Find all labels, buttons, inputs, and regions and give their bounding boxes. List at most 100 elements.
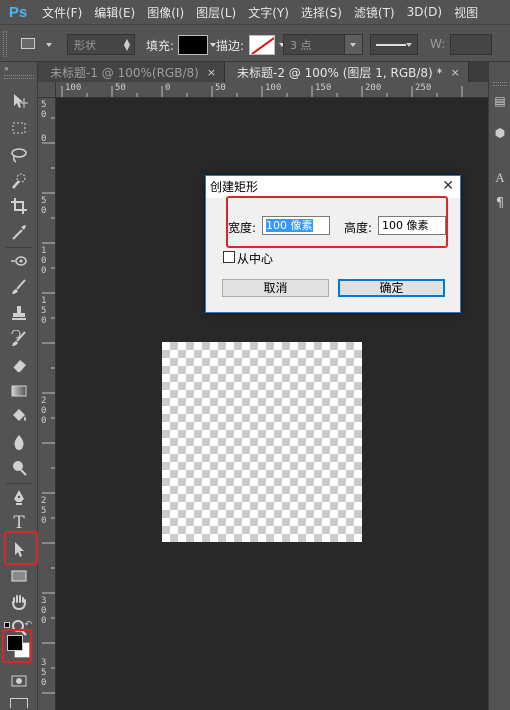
close-icon[interactable]: × — [451, 66, 460, 79]
stroke-width-value: 3 点 — [290, 38, 312, 52]
rectangle-preset-icon — [21, 38, 35, 49]
menu-file[interactable]: 文件(F) — [36, 4, 88, 21]
chevron-down-icon — [350, 42, 356, 47]
toolbox-separator — [6, 483, 32, 484]
fill-label: 填充: — [146, 39, 175, 53]
solid-line-icon — [376, 44, 406, 46]
from-center-checkbox[interactable] — [223, 251, 235, 263]
quick-mask-icon[interactable] — [8, 670, 30, 692]
blur-tool-icon[interactable] — [8, 431, 30, 453]
document-tab-bar: 未标题-1 @ 100%(RGB/8) × 未标题-2 @ 100% (图层 1… — [38, 62, 488, 82]
no-color-slash-icon — [251, 37, 274, 54]
stroke-swatch[interactable] — [249, 35, 275, 55]
ruler-label: 150 — [315, 83, 332, 93]
brush-tool-icon[interactable] — [8, 276, 30, 298]
tab-document-2[interactable]: 未标题-2 @ 100% (图层 1, RGB/8) * × — [225, 62, 469, 82]
ruler-label: 200 — [365, 83, 382, 93]
grip-handle[interactable] — [3, 31, 7, 57]
tool-mode-value: 形状 — [74, 38, 96, 52]
stroke-label: 描边: — [216, 39, 245, 53]
ruler-label: 250 — [415, 83, 432, 93]
ruler-label: 50 — [215, 83, 226, 93]
tab-document-1[interactable]: 未标题-1 @ 100%(RGB/8) × — [38, 62, 226, 82]
dodge-tool-icon[interactable] — [8, 457, 30, 479]
ruler-label: 2 0 0 — [41, 396, 47, 426]
reset-colors-icon[interactable] — [4, 622, 10, 628]
stroke-type-select[interactable] — [370, 34, 418, 55]
tab-document-1-label: 未标题-1 @ 100%(RGB/8) — [50, 65, 199, 80]
ruler-label: 1 0 0 — [41, 246, 47, 276]
menu-image[interactable]: 图像(I) — [141, 4, 190, 21]
ruler-label: 0 — [165, 83, 171, 93]
eyedropper-tool-icon[interactable] — [8, 221, 30, 243]
healing-brush-tool-icon[interactable] — [8, 250, 30, 272]
menu-filter[interactable]: 滤镜(T) — [348, 4, 401, 21]
tool-mode-select[interactable]: 形状 ▲ ▼ — [67, 34, 135, 55]
3d-panel-icon[interactable]: ⬢ — [492, 126, 508, 142]
vertical-ruler[interactable]: 5 0 0 5 0 1 0 0 1 5 0 2 0 0 2 5 0 3 0 0 … — [38, 98, 56, 710]
ok-button[interactable]: 确定 — [338, 279, 445, 297]
horizontal-ruler[interactable]: 100 50 0 50 100 150 200 250 — [56, 82, 488, 98]
toolbox-separator — [6, 247, 32, 248]
from-center-label: 从中心 — [237, 252, 274, 266]
document-canvas[interactable] — [162, 342, 362, 542]
menu-edit[interactable]: 编辑(E) — [88, 4, 141, 21]
cancel-button[interactable]: 取消 — [222, 279, 329, 297]
ruler-label: 1 5 0 — [41, 296, 47, 326]
close-icon[interactable]: ✕ — [442, 178, 454, 194]
ruler-label: 50 — [115, 83, 126, 93]
chevron-down-icon — [46, 43, 52, 47]
ruler-label: 3 5 0 — [41, 658, 47, 688]
tab-document-2-label: 未标题-2 @ 100% (图层 1, RGB/8) * — [237, 65, 443, 80]
lasso-tool-icon[interactable] — [8, 144, 30, 166]
chevron-down-icon — [406, 42, 412, 47]
dropdown-button[interactable] — [344, 35, 362, 54]
pen-tool-icon[interactable] — [8, 486, 30, 508]
highlight-size-fields — [226, 196, 448, 248]
menu-view[interactable]: 视图 — [448, 4, 484, 21]
ruler-origin[interactable] — [38, 82, 56, 98]
photoshop-logo: Ps — [8, 3, 28, 21]
character-panel-icon[interactable]: A — [492, 170, 508, 186]
menu-layer[interactable]: 图层(L) — [190, 4, 242, 21]
ruler-label: 100 — [265, 83, 282, 93]
menu-select[interactable]: 选择(S) — [295, 4, 348, 21]
highlight-rectangle-tool — [4, 531, 38, 565]
tool-preset-picker[interactable] — [16, 35, 56, 55]
history-brush-tool-icon[interactable] — [8, 328, 30, 350]
history-panel-icon[interactable]: ▤ — [492, 94, 508, 110]
toolbox-grip[interactable] — [4, 75, 34, 79]
dialog-title: 创建矩形 — [206, 176, 460, 198]
menu-type[interactable]: 文字(Y) — [242, 4, 295, 21]
rectangle-tool-icon[interactable] — [8, 565, 30, 587]
menu-bar: Ps 文件(F) 编辑(E) 图像(I) 图层(L) 文字(Y) 选择(S) 滤… — [0, 0, 510, 24]
tools-panel: » T ↶ — [0, 62, 38, 710]
side-panel-strip: ▤ ⬢ A ¶ — [488, 62, 510, 710]
clone-stamp-tool-icon[interactable] — [8, 302, 30, 324]
hand-tool-icon[interactable] — [8, 591, 30, 613]
width-input[interactable] — [450, 34, 492, 55]
eraser-tool-icon[interactable] — [8, 354, 30, 376]
panel-grip[interactable] — [493, 82, 507, 86]
marquee-tool-icon[interactable] — [8, 117, 30, 139]
ruler-label: 2 5 0 — [41, 496, 47, 526]
collapse-icon[interactable]: » — [4, 64, 9, 73]
fill-swatch[interactable] — [178, 35, 216, 55]
ruler-label: 5 0 — [41, 196, 47, 216]
ruler-label: 3 0 0 — [41, 596, 47, 626]
width-label: W: — [430, 37, 446, 51]
paint-bucket-icon[interactable] — [8, 405, 30, 427]
crop-tool-icon[interactable] — [8, 195, 30, 217]
paragraph-panel-icon[interactable]: ¶ — [492, 196, 508, 212]
ruler-label: 0 — [41, 134, 47, 144]
ruler-label: 100 — [65, 83, 82, 93]
move-tool-icon[interactable] — [8, 90, 30, 112]
options-bar: 形状 ▲ ▼ 填充: 描边: 3 点 W: — [0, 24, 510, 62]
updown-icon: ▲ ▼ — [123, 37, 130, 52]
quick-selection-tool-icon[interactable] — [8, 170, 30, 192]
screen-mode-icon[interactable] — [10, 698, 28, 708]
stroke-width-input[interactable]: 3 点 — [283, 34, 363, 55]
ruler-label: 5 0 — [41, 100, 47, 120]
close-icon[interactable]: × — [207, 66, 216, 79]
menu-3d[interactable]: 3D(D) — [401, 5, 448, 19]
